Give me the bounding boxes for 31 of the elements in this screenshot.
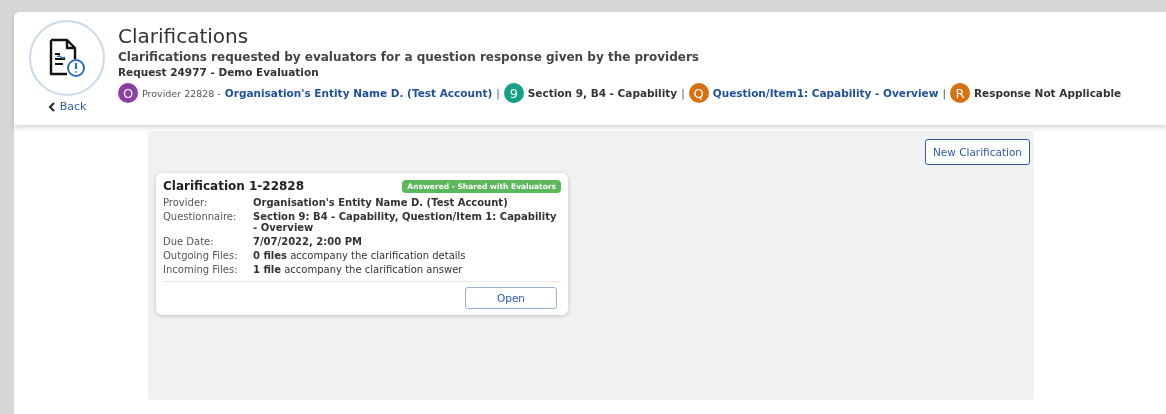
field-label: Incoming Files: [163, 264, 239, 275]
breadcrumb-text: Response Not Applicable [973, 87, 1122, 99]
card-title: Clarification 1-22828 [163, 179, 305, 193]
letter-badge: R [949, 83, 970, 103]
page-title: Clarifications [118, 24, 250, 48]
letter-badge: O [118, 83, 138, 103]
field-value: 1 file accompany the clarification answer [253, 264, 464, 275]
separator: | [681, 87, 685, 99]
field-label: Provider: [163, 197, 209, 208]
open-button[interactable]: Open [465, 287, 557, 309]
chevron-left-icon [47, 101, 56, 112]
breadcrumb-text: Section 9, B4 - Capability [527, 87, 678, 99]
letter-badge: Q [688, 83, 709, 103]
breadcrumb-link[interactable]: Question/Item1: Capability - Overview [712, 87, 939, 99]
separator: | [942, 87, 946, 99]
document-alert-icon [47, 37, 87, 79]
field-label: Questionnaire: [163, 211, 238, 224]
separator: | [496, 87, 500, 99]
letter-badge: 9 [503, 83, 524, 103]
request-label: Request 24977 - Demo Evaluation [118, 66, 320, 78]
provider-label: Provider 22828 - [142, 87, 221, 99]
field-value: Organisation's Entity Name D. (Test Account) [253, 197, 509, 208]
back-link[interactable]: Back [47, 100, 87, 113]
page-subtitle: Clarifications requested by evaluators for a question response given by the providers [118, 50, 700, 64]
field-label: Outgoing Files: [163, 250, 239, 261]
breadcrumb-link[interactable]: Organisation's Entity Name D. (Test Account) [224, 87, 493, 99]
field-value: Section 9: B4 - Capability, Question/Item 1: Capability - Overview [253, 211, 558, 233]
new-clarification-button[interactable]: New Clarification [924, 139, 1030, 165]
field-value: 7/07/2022, 2:00 PM [253, 236, 363, 247]
field-value: 0 files accompany the clarification details [253, 250, 467, 261]
field-label: Due Date: [163, 236, 215, 247]
